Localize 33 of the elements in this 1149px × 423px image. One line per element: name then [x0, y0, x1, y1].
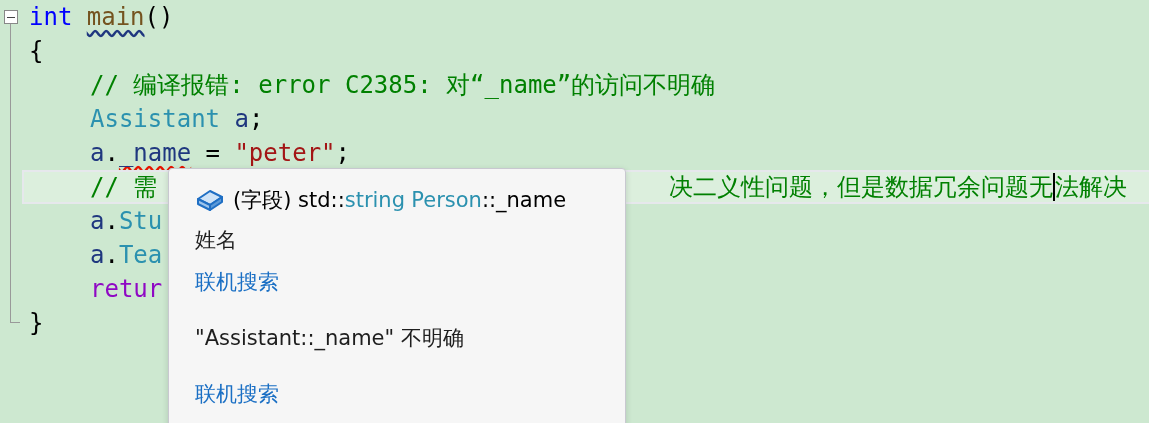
- code-token: a: [90, 139, 105, 167]
- field-description: 姓名: [195, 227, 238, 254]
- code-token: // 需: [90, 172, 158, 203]
- code-token: retur: [90, 275, 163, 303]
- code-token: "peter": [234, 139, 336, 167]
- search-online-link[interactable]: 联机搜索: [195, 263, 279, 301]
- code-token: .: [104, 241, 119, 269]
- code-token: }: [29, 309, 44, 337]
- code-token: Assistant: [90, 105, 221, 133]
- code-token: a: [234, 105, 249, 133]
- field-icon: [195, 187, 225, 213]
- code-token: // 编译报错: error C2385: 对“_name”的访问不明确: [90, 70, 716, 101]
- squiggle-underlined-code: main: [86, 3, 145, 31]
- symbol-signature: (字段) std::string Person::_name: [233, 187, 567, 214]
- code-token: a: [90, 241, 105, 269]
- code-token: .: [104, 139, 119, 167]
- code-token: a: [90, 207, 105, 235]
- search-online-link[interactable]: 联机搜索: [195, 375, 279, 413]
- fold-toggle[interactable]: [4, 10, 18, 24]
- code-token: ;: [248, 105, 264, 133]
- code-token: Tea: [118, 241, 163, 269]
- code-token: {: [29, 37, 44, 65]
- code-token: Stu: [118, 207, 163, 235]
- code-token: 法解决: [1055, 172, 1127, 203]
- code-token: 决二义性问题，但是数据冗余问题无: [669, 172, 1053, 203]
- code-token: int: [29, 3, 73, 31]
- code-token: .: [104, 207, 119, 235]
- text-caret: [1053, 173, 1055, 201]
- error-message: "Assistant::_name" 不明确: [195, 325, 465, 353]
- code-token: (): [144, 3, 174, 31]
- code-token: =: [205, 139, 220, 167]
- code-token: ;: [335, 139, 350, 167]
- squiggle-underlined-code: _name: [118, 139, 192, 167]
